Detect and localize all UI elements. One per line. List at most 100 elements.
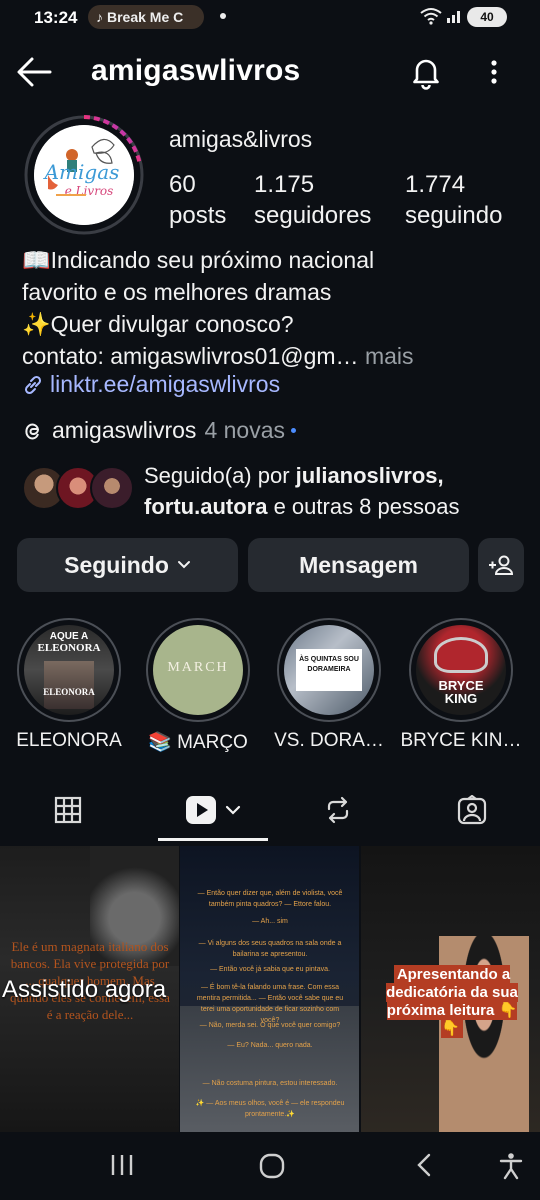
mutual-avatar xyxy=(90,466,134,510)
tagged-user-icon xyxy=(457,795,487,825)
highlight-cover: ÀS QUINTAS SOU DORAMEIRA xyxy=(284,625,374,715)
profile-display-name: amigas&livros xyxy=(169,126,313,152)
bio-link[interactable]: linktr.ee/amigaswlivros xyxy=(22,371,280,398)
highlight-label: ELEONORA xyxy=(16,730,122,751)
recent-apps-icon[interactable] xyxy=(110,1152,134,1178)
tab-tagged[interactable] xyxy=(444,784,500,836)
suggested-users-button[interactable] xyxy=(478,538,524,592)
notification-dot-icon xyxy=(220,13,226,19)
profile-avatar[interactable]: Amigas e Livros xyxy=(34,125,134,225)
bio-more-button[interactable]: mais xyxy=(365,343,414,369)
stat-posts[interactable]: 60 posts xyxy=(169,169,226,231)
highlight-label: BRYCE KIN… xyxy=(400,730,522,751)
story-highlight[interactable]: BRYCE KING BRYCE KIN… xyxy=(400,618,522,751)
reel-caption-overlay: — Vi alguns dos seus quadros na sala ond… xyxy=(198,940,342,958)
svg-text:Amigas: Amigas xyxy=(43,160,120,184)
accessibility-icon[interactable] xyxy=(498,1152,524,1180)
reel-caption-overlay: — Eu? Nada... quero nada. xyxy=(227,1042,313,1049)
highlight-cover-text: ELEONORA xyxy=(37,642,101,654)
following-button[interactable]: Seguindo xyxy=(17,538,238,592)
stat-following[interactable]: 1.774 seguindo xyxy=(405,169,502,231)
highlight-cover-text: BRYCE KING xyxy=(438,678,484,706)
highlight-ring: AQUE A ELEONORA ELEONORA xyxy=(17,618,121,722)
status-time: 13:24 xyxy=(34,8,78,27)
highlight-cover-text: AQUE A xyxy=(49,631,89,642)
highlight-cover-text: ELEONORA xyxy=(43,687,95,697)
back-arrow-icon[interactable] xyxy=(16,56,52,88)
reel-caption-overlay: Apresentando a dedicatória da sua próxim… xyxy=(377,965,527,1038)
reel-caption-overlay: — Não costuma pintura, estou interessado… xyxy=(202,1080,338,1087)
stat-posts-label: posts xyxy=(169,202,227,229)
reel-thumbnail[interactable]: Ele é um magnata italiano dos bancos. El… xyxy=(0,846,179,1132)
mutual-followers-avatars[interactable] xyxy=(22,466,134,514)
followed-by-user: julianoslivros, xyxy=(295,463,444,488)
music-note-icon: ♪ xyxy=(96,9,103,25)
more-options-icon[interactable] xyxy=(484,56,504,88)
message-button[interactable]: Mensagem xyxy=(248,538,469,592)
stat-followers-count: 1.175 xyxy=(254,171,315,198)
threads-badge[interactable]: amigaswlivros 4 novas xyxy=(22,417,296,444)
battery-level: 40 xyxy=(480,10,494,24)
threads-icon xyxy=(25,423,39,439)
threads-handle: amigaswlivros xyxy=(52,417,197,443)
back-icon[interactable] xyxy=(414,1152,434,1178)
unread-dot-icon xyxy=(291,428,296,433)
active-tab-indicator xyxy=(158,838,268,841)
followed-by-prefix: Seguido(a) por xyxy=(144,463,290,488)
highlight-ring: MARCH xyxy=(146,618,250,722)
highlight-ring: BRYCE KING xyxy=(409,618,513,722)
book-cover-icon xyxy=(44,661,94,709)
repost-icon xyxy=(327,796,349,824)
stat-following-count: 1.774 xyxy=(405,171,466,198)
profile-content-tabs xyxy=(0,784,540,844)
reel-caption-overlay: — Não, merda sei. O que você quer comigo… xyxy=(199,1022,341,1029)
reel-thumbnail[interactable]: — Então quer dizer que, além de violista… xyxy=(180,846,359,1132)
threads-new-count: 4 novas xyxy=(204,417,285,443)
bio-line: 📖Indicando seu próximo nacional xyxy=(22,247,375,273)
bio-link-text: linktr.ee/amigaswlivros xyxy=(50,371,281,397)
profile-header: amigaswlivros xyxy=(0,44,540,100)
chevron-down-icon xyxy=(225,805,241,815)
grid-icon xyxy=(54,796,82,824)
reels-grid: Ele é um magnata italiano dos bancos. El… xyxy=(0,846,540,1132)
highlight-cover-text: MARCH xyxy=(167,660,229,675)
stat-followers[interactable]: 1.175 seguidores xyxy=(254,169,371,231)
story-highlight[interactable]: AQUE A ELEONORA ELEONORA ELEONORA xyxy=(16,618,122,751)
reel-thumbnail[interactable]: Apresentando a dedicatória da sua próxim… xyxy=(361,846,540,1132)
followed-by-text[interactable]: Seguido(a) por julianoslivros, fortu.aut… xyxy=(144,460,524,522)
followed-by-suffix: e outras 8 pessoas xyxy=(273,494,460,519)
tab-reels[interactable] xyxy=(170,784,256,836)
reel-caption-overlay: — Ah... sim xyxy=(252,918,288,925)
signal-icon xyxy=(447,11,460,23)
bio-line: ✨Quer divulgar conosco? xyxy=(22,311,294,337)
notification-bell-icon[interactable] xyxy=(408,54,444,90)
home-icon[interactable] xyxy=(258,1152,286,1180)
highlight-cover-text: ÀS QUINTAS SOU DORAMEIRA xyxy=(299,656,359,673)
media-title: Break Me C xyxy=(107,9,184,25)
profile-bio: 📖Indicando seu próximo nacional favorito… xyxy=(22,244,522,372)
story-highlight[interactable]: MARCH 📚 MARÇO xyxy=(146,618,250,753)
followed-by-user: fortu.autora xyxy=(144,494,268,519)
highlight-cover: AQUE A ELEONORA ELEONORA xyxy=(24,625,114,715)
battery-indicator: 40 xyxy=(467,7,507,27)
stat-followers-label: seguidores xyxy=(254,202,372,229)
hockey-mask-icon xyxy=(434,637,488,673)
add-user-icon xyxy=(489,555,514,575)
reel-caption-text: Apresentando a dedicatória da sua próxim… xyxy=(386,965,518,1038)
tab-reposts[interactable] xyxy=(310,784,366,836)
highlight-label: VS. DORA… xyxy=(274,730,384,751)
reel-caption-overlay: — Então quer dizer que, além de violista… xyxy=(197,890,343,908)
reels-icon xyxy=(186,796,216,824)
link-icon xyxy=(24,375,42,394)
highlight-label: 📚 MARÇO xyxy=(148,732,248,753)
bio-line-contact: contato: amigaswlivros01@gm… mais xyxy=(22,340,522,372)
message-button-label: Mensagem xyxy=(299,551,418,578)
tab-posts-grid[interactable] xyxy=(40,784,96,836)
profile-username: amigaswlivros xyxy=(91,54,301,87)
chevron-down-icon xyxy=(177,561,190,569)
stat-following-label: seguindo xyxy=(405,202,503,229)
story-highlight[interactable]: ÀS QUINTAS SOU DORAMEIRA VS. DORA… xyxy=(274,618,384,751)
following-button-label: Seguindo xyxy=(64,551,169,578)
reel-caption-overlay: ✨ — Aos meus olhos, você é — ele respond… xyxy=(195,1100,345,1118)
media-playing-pill[interactable]: ♪ Break Me C xyxy=(88,5,204,29)
